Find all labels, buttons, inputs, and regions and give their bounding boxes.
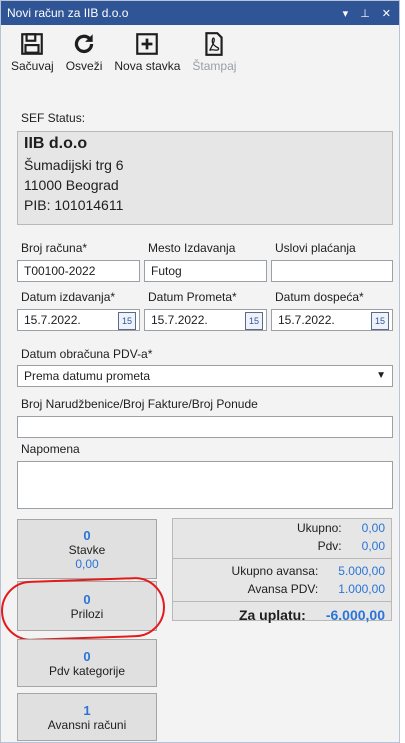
print-label: Štampaj [192, 59, 237, 73]
add-icon [136, 33, 159, 55]
window-title: Novi račun za IIB d.o.o [7, 6, 129, 20]
annotation-circle [0, 576, 166, 642]
issue-date-picker[interactable]: 15.7.2022. 15 [17, 309, 140, 331]
turnover-date-value: 15.7.2022. [151, 313, 208, 327]
vat-calc-date-select[interactable]: Prema datumu prometa ▼ [17, 365, 393, 387]
print-button[interactable]: Štampaj [190, 31, 238, 79]
company-name: IIB d.o.o [24, 135, 88, 152]
order-number-input[interactable] [17, 416, 393, 438]
refresh-button[interactable]: Osveži [64, 31, 105, 79]
close-icon[interactable]: ✕ [382, 7, 391, 20]
advance-invoices-button[interactable]: 1 Avansni računi [17, 693, 157, 741]
save-button[interactable]: Sačuvaj [9, 31, 56, 79]
refresh-label: Osveži [65, 59, 103, 73]
issue-date-label: Datum izdavanja* [21, 290, 116, 304]
toolbar: Sačuvaj Osveži Nova stavka Štampaj [9, 31, 238, 79]
amount-due-label: Za uplatu: [238, 607, 306, 623]
vat-categories-button[interactable]: 0 Pdv kategorije [17, 639, 157, 687]
items-button[interactable]: 0 Stavke 0,00 [17, 519, 157, 579]
company-street: Šumadijski trg 6 [24, 157, 124, 173]
payment-terms-input[interactable] [271, 260, 393, 282]
new-item-label: Nova stavka [114, 59, 181, 73]
calendar-icon[interactable]: 15 [245, 312, 263, 330]
items-count: 0 [83, 527, 91, 543]
advance-total-row: Ukupno avansa: 5.000,00 [173, 562, 391, 580]
divider [173, 558, 391, 559]
save-icon [21, 33, 44, 55]
chevron-down-icon: ▼ [376, 370, 386, 381]
note-textarea[interactable] [17, 461, 393, 509]
vat-value: 0,00 [361, 539, 385, 553]
vat-categories-count: 0 [83, 648, 91, 664]
amount-due-value: -6.000,00 [325, 607, 385, 623]
advance-invoices-label: Avansni računi [47, 717, 127, 732]
turnover-date-label: Datum Prometa* [148, 290, 237, 304]
items-amount: 0,00 [75, 556, 99, 571]
advance-vat-value: 1.000,00 [338, 582, 385, 596]
note-label: Napomena [21, 442, 80, 456]
dropdown-icon[interactable]: ▾ [343, 7, 349, 20]
due-date-value: 15.7.2022. [278, 313, 335, 327]
calendar-icon[interactable]: 15 [371, 312, 389, 330]
advance-total-label: Ukupno avansa: [231, 564, 319, 578]
totals-panel: Ukupno: 0,00 Pdv: 0,00 Ukupno avansa: 5.… [172, 518, 392, 623]
due-date-picker[interactable]: 15.7.2022. 15 [271, 309, 393, 331]
invoice-panel: Novi račun za IIB d.o.o ▾ ⊥ ✕ Sačuvaj Os… [0, 0, 400, 743]
invoice-number-input[interactable]: T00100-2022 [17, 260, 140, 282]
company-card: IIB d.o.o Šumadijski trg 6 11000 Beograd… [17, 131, 393, 225]
title-bar: Novi račun za IIB d.o.o ▾ ⊥ ✕ [1, 1, 399, 25]
vat-calc-date-label: Datum obračuna PDV-a* [21, 347, 153, 361]
vat-label: Pdv: [317, 539, 342, 553]
advance-vat-row: Avansa PDV: 1.000,00 [173, 580, 391, 598]
items-label: Stavke [68, 542, 106, 557]
issue-place-label: Mesto Izdavanja [148, 241, 236, 255]
new-item-button[interactable]: Nova stavka [112, 31, 182, 79]
calendar-icon[interactable]: 15 [118, 312, 136, 330]
print-pdf-icon [205, 32, 224, 56]
vat-calc-date-value: Prema datumu prometa [24, 369, 151, 383]
order-number-label: Broj Narudžbenice/Broj Fakture/Broj Ponu… [21, 397, 258, 411]
advance-total-value: 5.000,00 [338, 564, 385, 578]
payment-terms-label: Uslovi plaćanja [275, 241, 356, 255]
turnover-date-picker[interactable]: 15.7.2022. 15 [144, 309, 267, 331]
save-label: Sačuvaj [11, 59, 54, 73]
sef-status-label: SEF Status: [21, 111, 86, 125]
issue-date-value: 15.7.2022. [24, 313, 81, 327]
invoice-number-label: Broj računa* [21, 241, 88, 255]
company-city: 11000 Beograd [24, 177, 119, 193]
vat-row: Pdv: 0,00 [173, 537, 391, 555]
total-row: Ukupno: 0,00 [173, 519, 391, 537]
total-value: 0,00 [361, 521, 385, 535]
amount-due-row: Za uplatu: -6.000,00 [173, 605, 391, 625]
due-date-label: Datum dospeća* [275, 290, 364, 304]
divider [173, 601, 391, 602]
total-label: Ukupno: [296, 521, 342, 535]
vat-categories-label: Pdv kategorije [48, 663, 126, 678]
pin-icon[interactable]: ⊥ [360, 7, 370, 20]
refresh-icon [74, 34, 94, 54]
advance-vat-label: Avansa PDV: [247, 582, 319, 596]
issue-place-input[interactable]: Futog [144, 260, 267, 282]
company-pib: PIB: 101014611 [24, 197, 124, 213]
advance-invoices-count: 1 [83, 702, 91, 718]
